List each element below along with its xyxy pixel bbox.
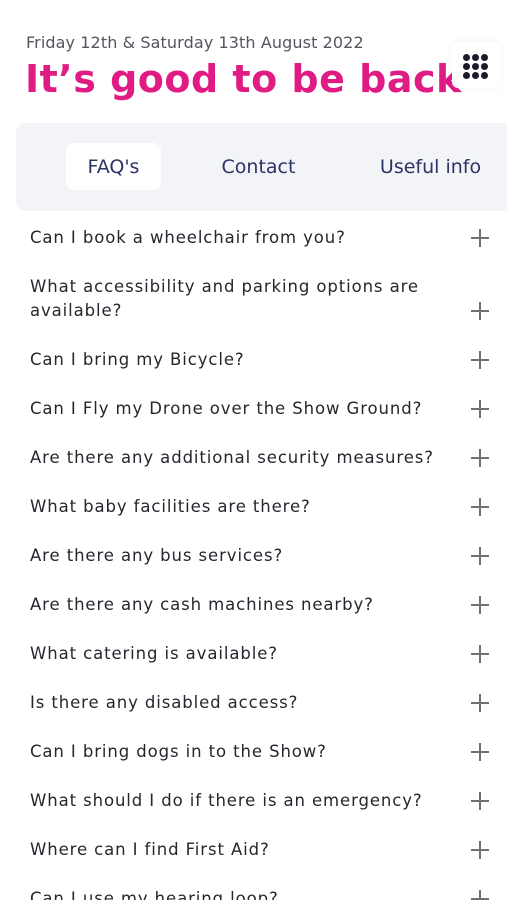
faq-question: Can I use my hearing loop?	[30, 889, 279, 900]
tab-faqs[interactable]: FAQ's	[66, 143, 161, 190]
plus-icon[interactable]	[470, 497, 490, 517]
plus-icon[interactable]	[470, 399, 490, 419]
faq-question: Are there any bus services?	[30, 546, 284, 565]
faq-question: Can I bring my Bicycle?	[30, 350, 245, 369]
plus-icon[interactable]	[470, 448, 490, 468]
faq-question: Can I book a wheelchair from you?	[30, 228, 346, 247]
faq-question: Is there any disabled access?	[30, 693, 299, 712]
tab-contact[interactable]: Contact	[206, 143, 311, 190]
plus-icon[interactable]	[470, 228, 490, 248]
event-date: Friday 12th & Saturday 13th August 2022	[26, 33, 364, 52]
page-header: Friday 12th & Saturday 13th August 2022 …	[0, 0, 507, 120]
grid-menu-button[interactable]	[452, 42, 500, 88]
plus-icon[interactable]	[470, 350, 490, 370]
faq-question: What accessibility and parking options a…	[30, 277, 419, 320]
page-title: It’s good to be back	[25, 57, 462, 101]
faq-question: Can I Fly my Drone over the Show Ground?	[30, 399, 423, 418]
plus-icon[interactable]	[470, 546, 490, 566]
plus-icon[interactable]	[470, 889, 490, 900]
plus-icon[interactable]	[470, 791, 490, 811]
plus-icon[interactable]	[470, 301, 490, 321]
faq-question: Are there any cash machines nearby?	[30, 595, 374, 614]
faq-question: Can I bring dogs in to the Show?	[30, 742, 327, 761]
faq-question: What baby facilities are there?	[30, 497, 311, 516]
plus-icon[interactable]	[470, 644, 490, 664]
plus-icon[interactable]	[470, 742, 490, 762]
plus-icon[interactable]	[470, 595, 490, 615]
tab-bar: FAQ's Contact Useful info	[16, 123, 507, 211]
faq-question: What catering is available?	[30, 644, 278, 663]
faq-question: Are there any additional security measur…	[30, 448, 434, 467]
tab-useful-info[interactable]: Useful info	[368, 143, 493, 190]
plus-icon[interactable]	[470, 840, 490, 860]
plus-icon[interactable]	[470, 693, 490, 713]
faq-question: What should I do if there is an emergenc…	[30, 791, 423, 810]
faq-question: Where can I find First Aid?	[30, 840, 270, 859]
